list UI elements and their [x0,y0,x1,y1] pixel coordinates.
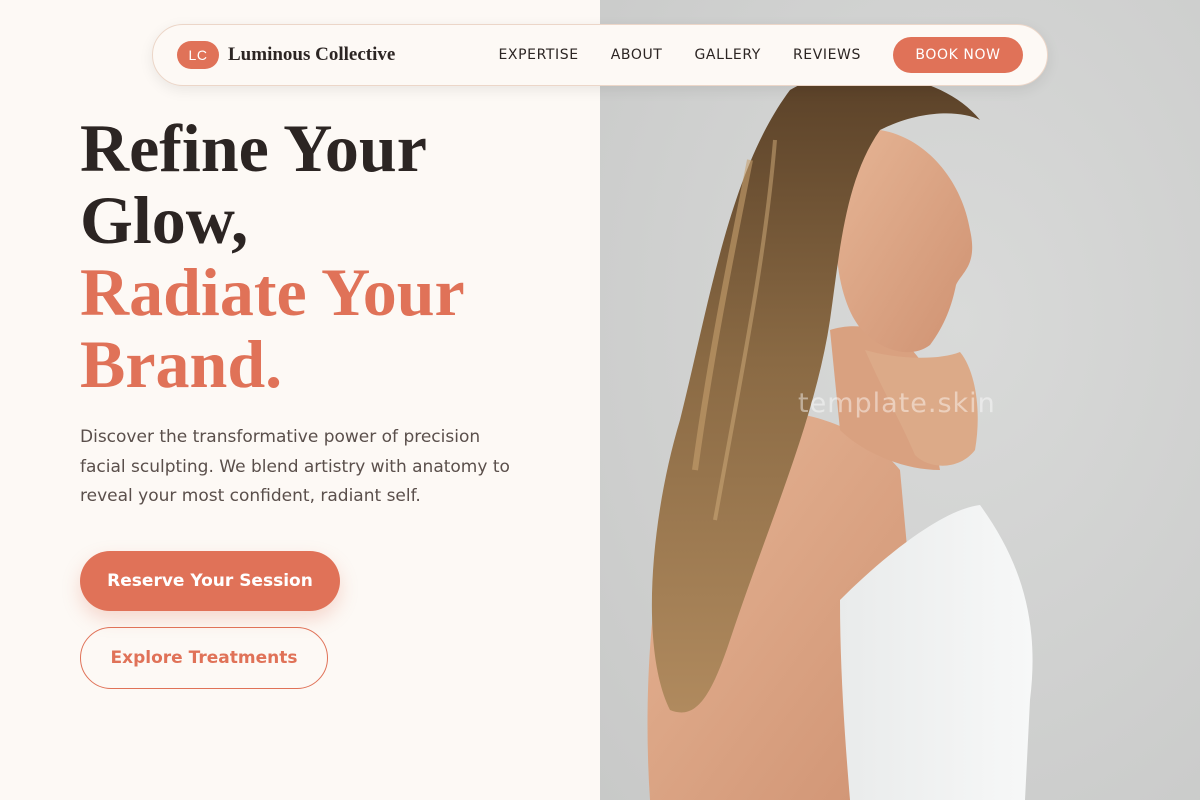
headline-line-1: Refine Your [80,110,427,186]
brand-name[interactable]: Luminous Collective [228,44,395,66]
nav-link-gallery[interactable]: GALLERY [694,47,760,63]
hero-photo: template.skin [600,0,1200,800]
logo-badge[interactable]: LC [177,41,219,69]
headline-line-2: Glow, [80,182,249,258]
nav-links: EXPERTISE ABOUT GALLERY REVIEWS BOOK NOW [498,37,1023,73]
nav-link-expertise[interactable]: EXPERTISE [498,47,578,63]
top-navigation: LC Luminous Collective EXPERTISE ABOUT G… [152,24,1048,86]
headline-accent-line-2: Brand. [80,326,283,402]
watermark: template.skin [798,388,996,419]
reserve-session-button[interactable]: Reserve Your Session [80,551,340,611]
book-now-button[interactable]: BOOK NOW [893,37,1023,73]
hero-description: Discover the transformative power of pre… [80,427,510,506]
headline-accent-line-1: Radiate Your [80,254,465,330]
explore-treatments-button[interactable]: Explore Treatments [80,627,328,689]
hero-headline: Refine Your Glow, Radiate Your Brand. [80,112,580,400]
nav-link-about[interactable]: ABOUT [611,47,663,63]
nav-link-reviews[interactable]: REVIEWS [793,47,861,63]
